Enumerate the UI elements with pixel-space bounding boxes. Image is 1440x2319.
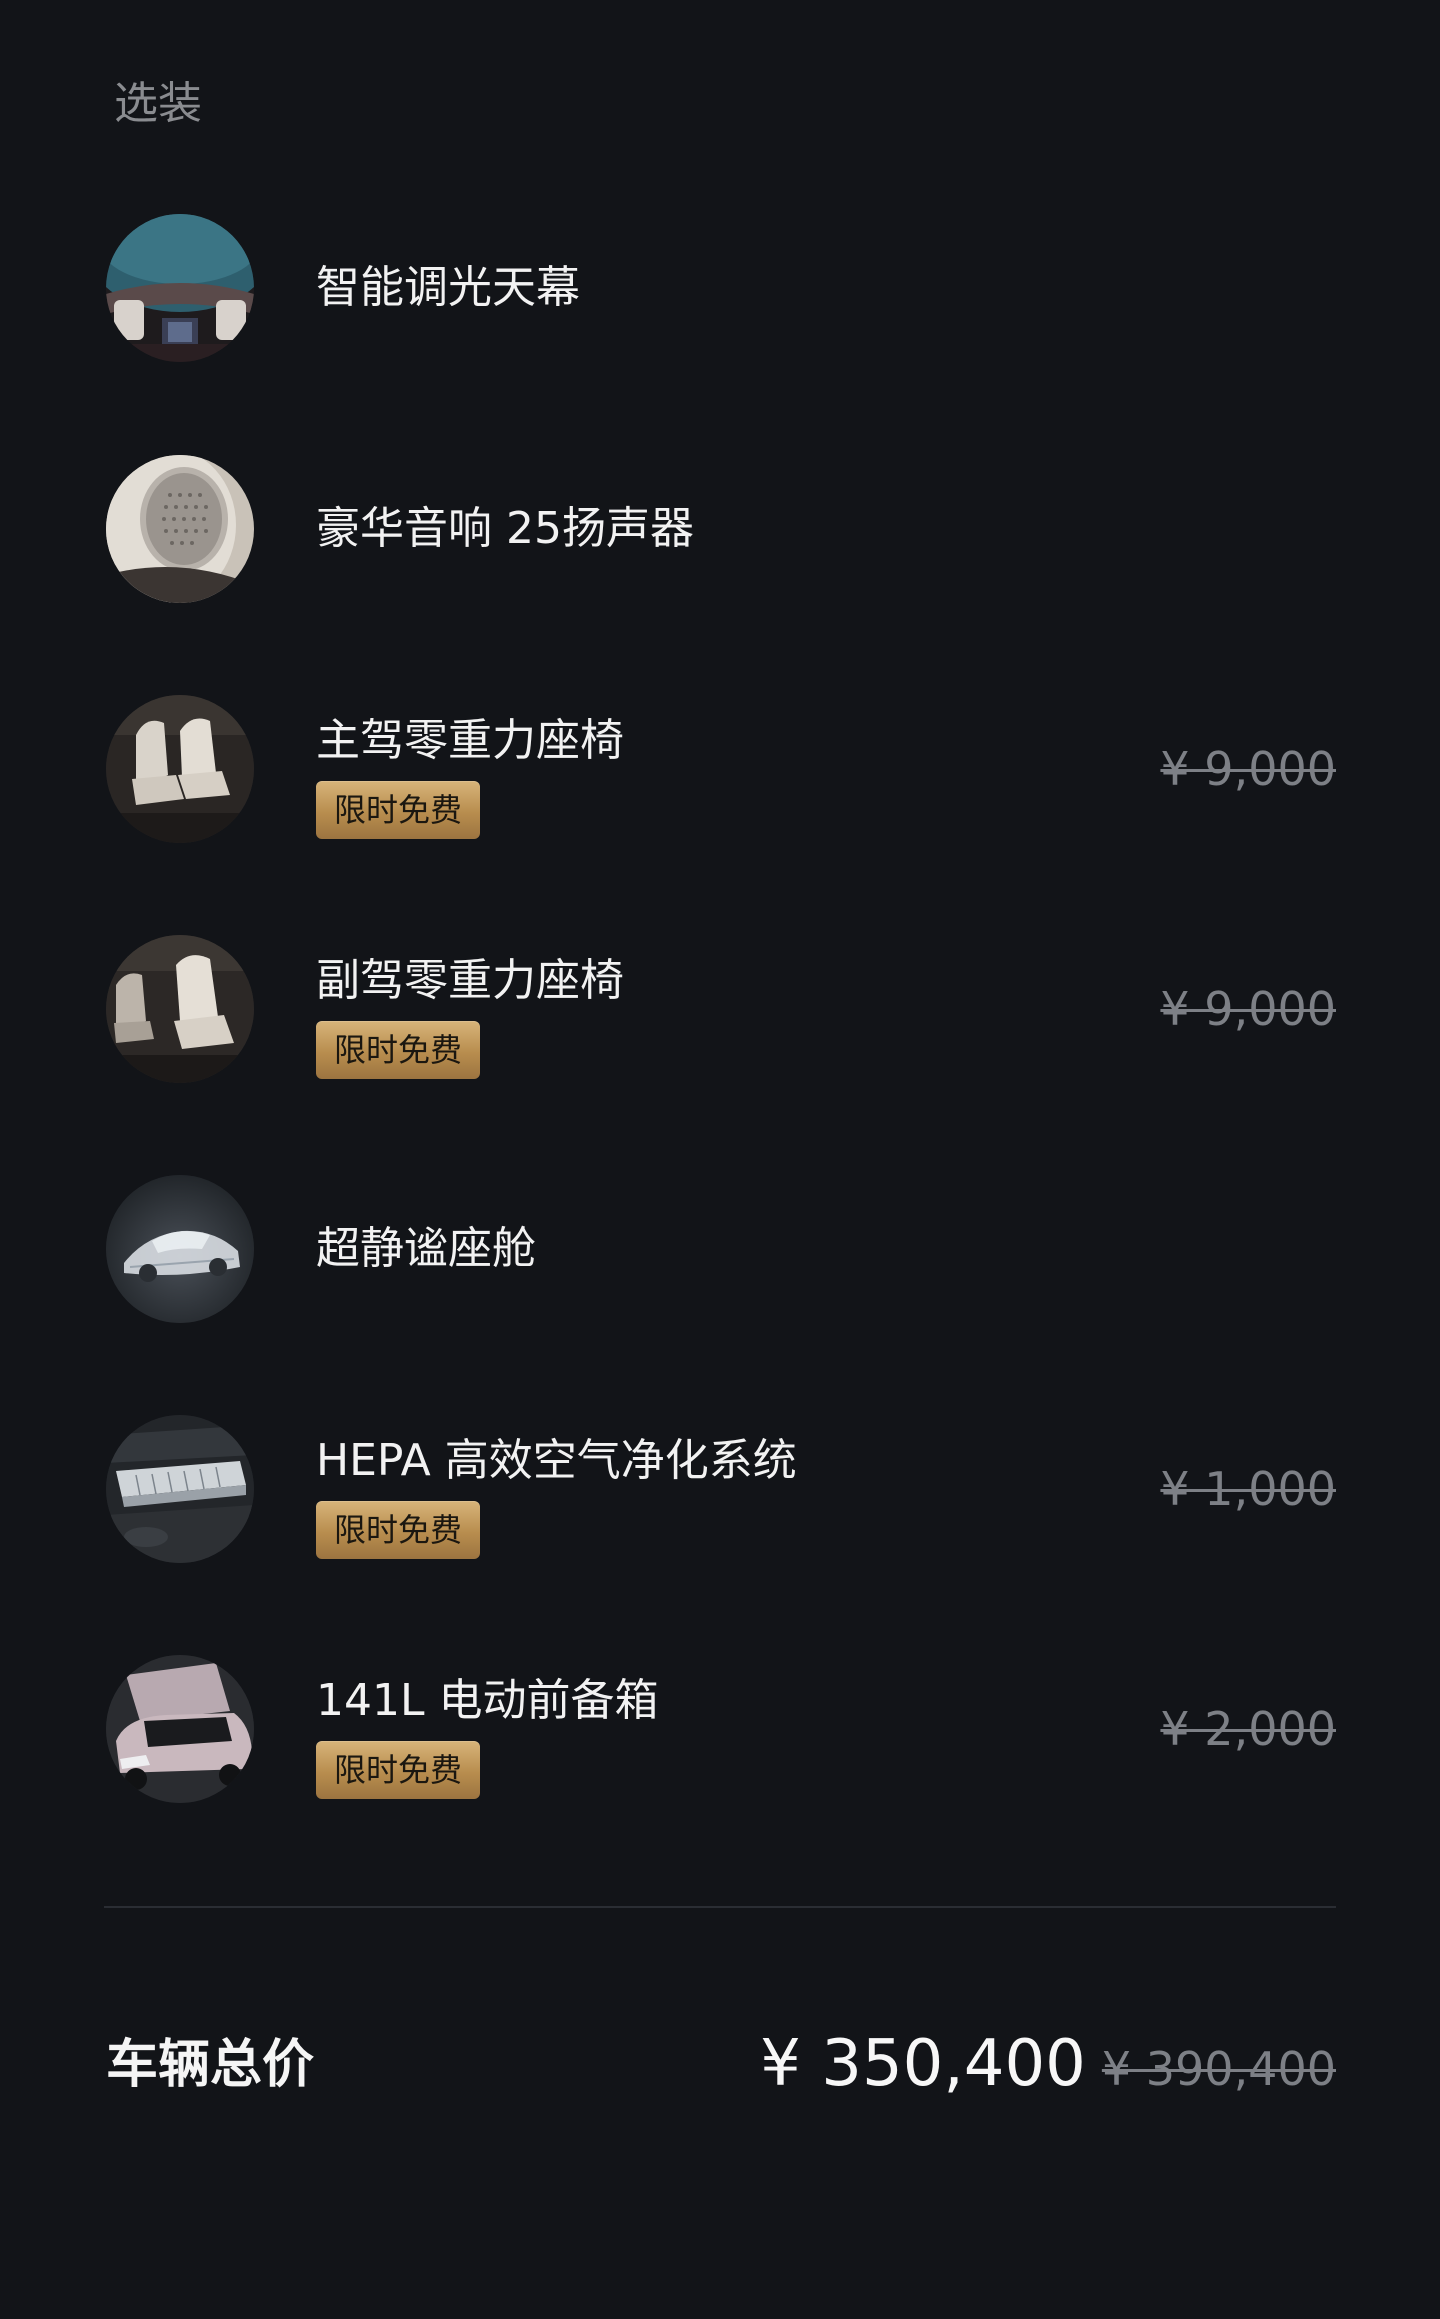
- option-row-passenger-zero-gravity-seat[interactable]: 副驾零重力座椅 限时免费 ¥ 9,000: [106, 935, 1336, 1085]
- original-price: ¥ 9,000: [1160, 742, 1336, 796]
- panoramic-sunroof-thumbnail: [106, 214, 254, 362]
- passenger-seat-thumbnail: [106, 935, 254, 1083]
- limited-time-free-badge: 限时免费: [316, 1501, 480, 1559]
- option-name: HEPA 高效空气净化系统: [316, 1435, 797, 1486]
- option-name: 主驾零重力座椅: [316, 715, 624, 766]
- option-row-ultra-quiet-cabin[interactable]: 超静谧座舱: [106, 1175, 1336, 1325]
- vehicle-original-total-price: ¥ 390,400: [1101, 2042, 1336, 2096]
- air-filter-thumbnail: [106, 1415, 254, 1563]
- option-name: 141L 电动前备箱: [316, 1675, 659, 1726]
- section-title-options: 选装: [114, 78, 202, 129]
- option-name: 豪华音响 25扬声器: [316, 503, 694, 554]
- option-name: 超静谧座舱: [316, 1223, 536, 1274]
- option-row-electric-front-trunk[interactable]: 141L 电动前备箱 限时免费 ¥ 2,000: [106, 1655, 1336, 1805]
- option-row-driver-zero-gravity-seat[interactable]: 主驾零重力座椅 限时免费 ¥ 9,000: [106, 695, 1336, 845]
- speaker-grille-thumbnail: [106, 455, 254, 603]
- quiet-cabin-car-thumbnail: [106, 1175, 254, 1323]
- original-price: ¥ 9,000: [1160, 982, 1336, 1036]
- front-trunk-thumbnail: [106, 1655, 254, 1803]
- limited-time-free-badge: 限时免费: [316, 1021, 480, 1079]
- summary-divider: [104, 1906, 1336, 1908]
- vehicle-total-price-label: 车辆总价: [106, 2035, 315, 2095]
- driver-seat-thumbnail: [106, 695, 254, 843]
- original-price: ¥ 1,000: [1160, 1462, 1336, 1516]
- option-row-premium-audio[interactable]: 豪华音响 25扬声器: [106, 455, 1336, 605]
- option-row-hepa-air-purification[interactable]: HEPA 高效空气净化系统 限时免费 ¥ 1,000: [106, 1415, 1336, 1565]
- option-name: 副驾零重力座椅: [316, 955, 624, 1006]
- limited-time-free-badge: 限时免费: [316, 1741, 480, 1799]
- limited-time-free-badge: 限时免费: [316, 781, 480, 839]
- vehicle-total-price-group: ¥ 350,400 ¥ 390,400: [760, 2026, 1336, 2102]
- option-row-smart-dimming-sunroof[interactable]: 智能调光天幕: [106, 214, 1336, 364]
- vehicle-total-price: ¥ 350,400: [760, 2027, 1086, 2101]
- original-price: ¥ 2,000: [1160, 1702, 1336, 1756]
- option-name: 智能调光天幕: [316, 262, 580, 313]
